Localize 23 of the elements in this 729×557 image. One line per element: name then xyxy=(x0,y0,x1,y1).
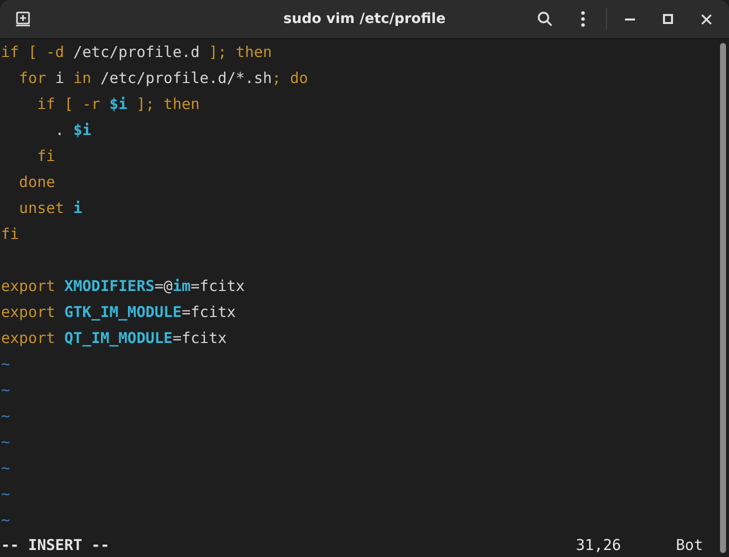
code-line: . $i xyxy=(54,120,92,141)
code-line: for i in /etc/profile.d/*.sh; do xyxy=(18,68,308,89)
empty-line-marker: ~ xyxy=(0,484,10,505)
code-line: done xyxy=(18,172,56,193)
empty-line-marker: ~ xyxy=(0,458,10,479)
scroll-position: Bot xyxy=(676,536,703,554)
scrollbar-thumb[interactable] xyxy=(720,43,726,553)
empty-line-marker: ~ xyxy=(0,380,10,401)
window-title: sudo vim /etc/profile xyxy=(283,11,446,27)
cursor-position: 31,26 xyxy=(576,536,622,554)
empty-line-marker: ~ xyxy=(0,510,10,531)
code-line: export GTK_IM_MODULE=fcitx xyxy=(0,302,236,323)
code-line: fi xyxy=(36,146,56,167)
code-line: export QT_IM_MODULE=fcitx xyxy=(0,328,227,349)
code-line: fi xyxy=(0,224,20,245)
code-line: export XMODIFIERS=@im=fcitx xyxy=(0,276,245,297)
code-line: if [ -r $i ]; then xyxy=(36,94,200,115)
code-line: if [ -d /etc/profile.d ]; then xyxy=(0,42,272,63)
empty-line-marker: ~ xyxy=(0,432,10,453)
mode-indicator: -- INSERT -- xyxy=(0,536,110,554)
empty-line-marker: ~ xyxy=(0,406,10,427)
empty-line-marker: ~ xyxy=(0,354,10,375)
code-line: unset i xyxy=(18,198,82,219)
